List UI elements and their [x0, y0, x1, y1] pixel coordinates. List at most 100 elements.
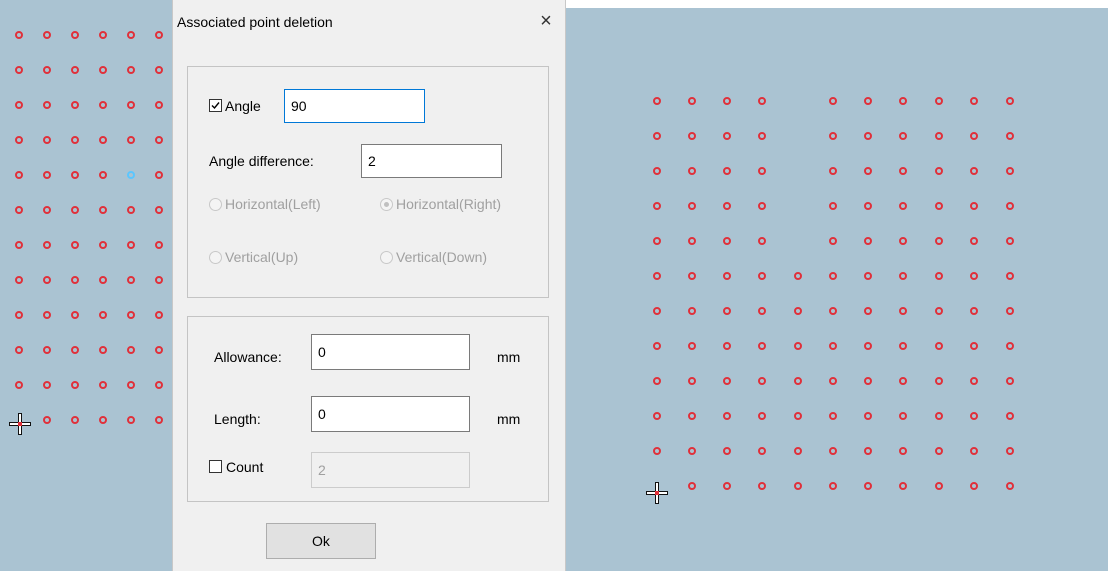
radio-horizontal-left[interactable]	[209, 198, 222, 211]
point-marker-icon	[155, 311, 163, 319]
point-marker-icon	[794, 447, 802, 455]
point-marker-icon	[723, 447, 731, 455]
point-marker-icon	[829, 272, 837, 280]
point-marker-icon	[758, 97, 766, 105]
point-marker-icon	[864, 342, 872, 350]
point-marker-icon	[43, 136, 51, 144]
point-marker-icon	[71, 416, 79, 424]
length-input[interactable]	[311, 396, 470, 432]
count-input[interactable]	[311, 452, 470, 488]
point-marker-icon	[653, 202, 661, 210]
point-marker-icon	[688, 237, 696, 245]
point-marker-icon	[688, 307, 696, 315]
point-marker-icon	[15, 346, 23, 354]
point-marker-icon	[71, 136, 79, 144]
point-marker-icon	[935, 447, 943, 455]
point-marker-icon	[155, 416, 163, 424]
point-marker-icon	[723, 412, 731, 420]
point-marker-icon	[15, 311, 23, 319]
angle-difference-label: Angle difference:	[209, 153, 314, 169]
point-marker-icon	[1006, 342, 1014, 350]
point-marker-icon	[653, 342, 661, 350]
point-marker-icon	[653, 272, 661, 280]
close-icon[interactable]: ×	[535, 8, 557, 34]
point-marker-icon	[15, 206, 23, 214]
length-unit: mm	[497, 411, 521, 427]
right-canvas[interactable]	[566, 8, 1108, 571]
point-marker-icon	[127, 66, 135, 74]
point-marker-icon	[99, 136, 107, 144]
point-marker-icon	[970, 482, 978, 490]
point-marker-icon	[970, 272, 978, 280]
point-marker-icon	[71, 206, 79, 214]
point-marker-icon	[970, 342, 978, 350]
associated-point-deletion-dialog: Associated point deletion × Angle Angle …	[172, 0, 566, 571]
point-marker-icon	[864, 447, 872, 455]
point-marker-icon	[127, 381, 135, 389]
point-marker-icon	[127, 171, 135, 179]
point-marker-icon	[15, 31, 23, 39]
radio-vertical-up[interactable]	[209, 251, 222, 264]
point-marker-icon	[935, 412, 943, 420]
point-marker-icon	[723, 132, 731, 140]
point-marker-icon	[758, 412, 766, 420]
point-marker-icon	[899, 482, 907, 490]
point-marker-icon	[99, 66, 107, 74]
point-marker-icon	[864, 412, 872, 420]
allowance-input[interactable]	[311, 334, 470, 370]
point-marker-icon	[71, 311, 79, 319]
point-marker-icon	[723, 307, 731, 315]
point-marker-icon	[1006, 97, 1014, 105]
point-marker-icon	[1006, 272, 1014, 280]
ok-button[interactable]: Ok	[266, 523, 376, 559]
angle-difference-input[interactable]	[361, 144, 502, 178]
point-marker-icon	[935, 377, 943, 385]
point-marker-icon	[1006, 377, 1014, 385]
count-checkbox[interactable]	[209, 460, 222, 473]
point-marker-icon	[653, 307, 661, 315]
point-marker-icon	[155, 31, 163, 39]
point-marker-icon	[99, 206, 107, 214]
point-marker-icon	[935, 272, 943, 280]
point-marker-icon	[899, 202, 907, 210]
point-marker-icon	[653, 237, 661, 245]
point-marker-icon	[758, 307, 766, 315]
point-marker-icon	[829, 167, 837, 175]
point-marker-icon	[43, 381, 51, 389]
point-marker-icon	[758, 342, 766, 350]
point-marker-icon	[723, 167, 731, 175]
point-marker-icon	[758, 202, 766, 210]
crosshair-cursor-icon	[9, 413, 31, 435]
point-marker-icon	[970, 377, 978, 385]
radio-horizontal-right-label: Horizontal(Right)	[396, 196, 502, 212]
radio-vertical-down[interactable]	[380, 251, 393, 264]
point-marker-icon	[688, 272, 696, 280]
point-marker-icon	[43, 171, 51, 179]
point-marker-icon	[935, 307, 943, 315]
radio-horizontal-right[interactable]	[380, 198, 393, 211]
radio-vertical-down-label: Vertical(Down)	[396, 249, 488, 265]
point-marker-icon	[899, 377, 907, 385]
angle-label: Angle	[225, 98, 261, 114]
point-marker-icon	[723, 202, 731, 210]
angle-checkbox[interactable]	[209, 99, 222, 112]
point-marker-icon	[99, 311, 107, 319]
checkbox-checked-icon	[211, 102, 220, 110]
point-marker-icon	[829, 412, 837, 420]
left-canvas[interactable]	[0, 0, 172, 571]
point-marker-icon	[899, 97, 907, 105]
point-marker-icon	[723, 482, 731, 490]
point-marker-icon	[99, 171, 107, 179]
point-marker-icon	[99, 276, 107, 284]
point-marker-icon	[794, 272, 802, 280]
point-marker-icon	[71, 31, 79, 39]
point-marker-icon	[653, 132, 661, 140]
point-marker-icon	[43, 276, 51, 284]
point-marker-icon	[71, 346, 79, 354]
angle-input[interactable]	[284, 89, 425, 123]
point-marker-icon	[71, 276, 79, 284]
point-marker-icon	[829, 307, 837, 315]
point-marker-icon	[864, 237, 872, 245]
point-marker-icon	[935, 132, 943, 140]
point-marker-icon	[653, 167, 661, 175]
